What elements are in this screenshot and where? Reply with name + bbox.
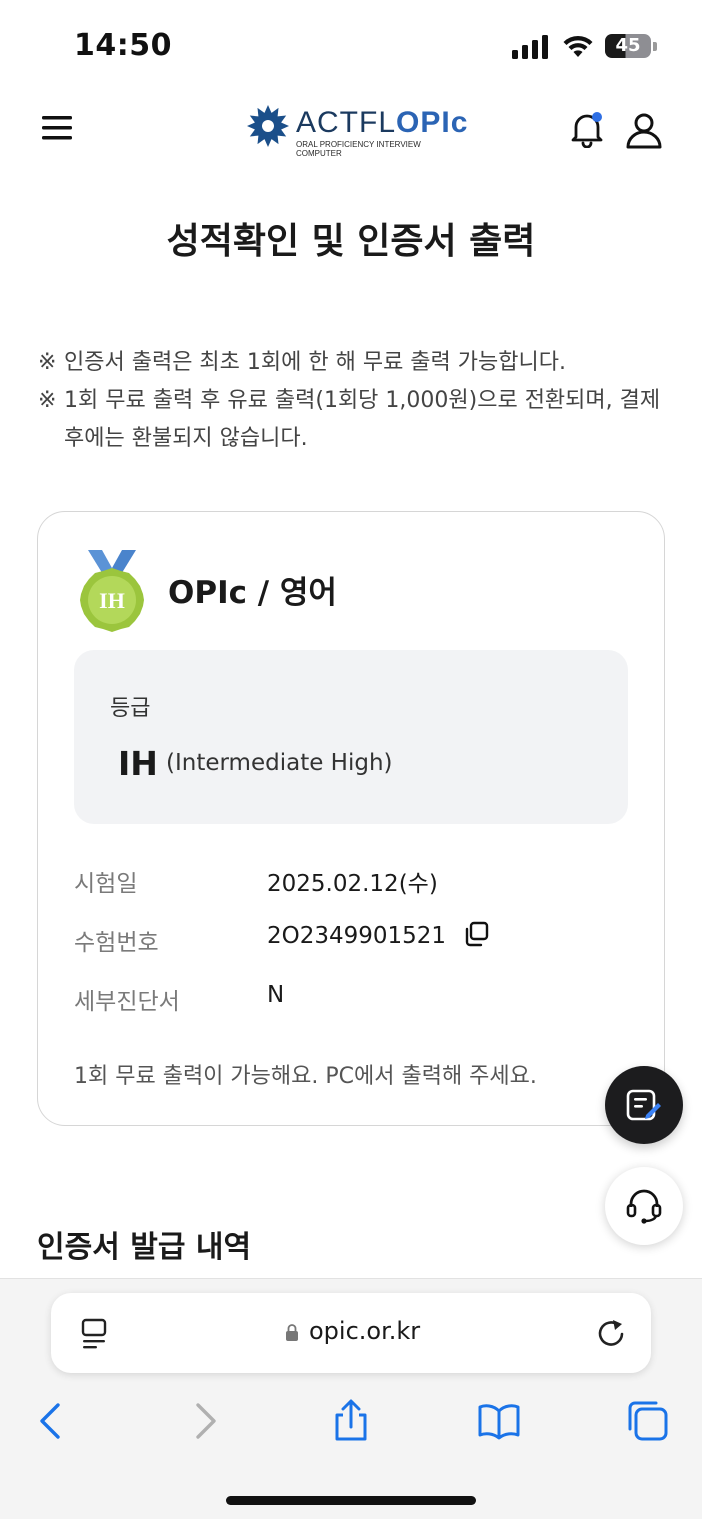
customer-support-button[interactable] bbox=[605, 1167, 683, 1245]
diagnosis-report-value: N bbox=[267, 982, 285, 1008]
headset-icon bbox=[626, 1189, 662, 1224]
cellular-signal-icon bbox=[512, 35, 548, 59]
actfl-opic-logo[interactable]: ACTFLOPIc ORAL PROFICIENCY INTERVIEW COM… bbox=[246, 104, 476, 162]
url-text[interactable]: opic.or.kr bbox=[309, 1317, 420, 1345]
address-bar[interactable]: opic.or.kr bbox=[51, 1293, 651, 1373]
score-result-card: IH OPIc / 영어 등급 IH (Intermediate High) 시… bbox=[37, 511, 665, 1126]
grade-label: 등급 bbox=[110, 696, 151, 721]
exam-number-value: 2O2349901521 bbox=[267, 923, 447, 949]
back-icon[interactable] bbox=[30, 1399, 74, 1443]
grade-medal-icon: IH bbox=[80, 550, 144, 632]
reload-icon[interactable] bbox=[595, 1317, 627, 1349]
status-time: 14:50 bbox=[74, 28, 172, 63]
notification-bell-icon[interactable] bbox=[568, 110, 606, 148]
browser-toolbar: opic.or.kr bbox=[0, 1278, 702, 1519]
battery-level-text: 45 bbox=[615, 35, 641, 56]
logo-star-icon bbox=[247, 105, 289, 147]
app-header: ACTFLOPIc ORAL PROFICIENCY INTERVIEW COM… bbox=[0, 92, 702, 172]
hamburger-menu-icon[interactable] bbox=[40, 113, 74, 143]
exam-number-row: 수험번호 2O2349901521 bbox=[74, 921, 634, 963]
svg-text:IH: IH bbox=[99, 588, 125, 613]
notice-item: ※ 인증서 출력은 최초 1회에 한 해 무료 출력 가능합니다. bbox=[38, 344, 678, 382]
wifi-icon bbox=[563, 35, 593, 57]
status-bar: 14:50 45 bbox=[0, 0, 702, 92]
logo-wordmark: ACTFLOPIc bbox=[296, 106, 469, 139]
notice-text: 인증서 출력은 최초 1회에 한 해 무료 출력 가능합니다. bbox=[64, 350, 566, 375]
copy-icon[interactable] bbox=[461, 919, 491, 949]
exam-date-row: 시험일 2025.02.12(수) bbox=[74, 864, 634, 904]
page-menu-icon[interactable] bbox=[79, 1317, 111, 1351]
forward-icon[interactable] bbox=[182, 1399, 226, 1443]
grade-box: 등급 IH (Intermediate High) bbox=[74, 650, 628, 824]
lock-icon bbox=[286, 1324, 298, 1341]
notice-text: 1회 무료 출력 후 유료 출력(1회당 1,000원)으로 전환되며, 결제 … bbox=[64, 388, 661, 451]
exam-date-value: 2025.02.12(수) bbox=[267, 871, 438, 897]
diagnosis-report-label: 세부진단서 bbox=[74, 989, 180, 1015]
exam-name: OPIc / 영어 bbox=[168, 575, 337, 611]
share-icon[interactable] bbox=[329, 1399, 373, 1443]
logo-subtitle: ORAL PROFICIENCY INTERVIEW COMPUTER bbox=[296, 140, 421, 158]
diagnosis-report-row: 세부진단서 N bbox=[74, 982, 634, 1022]
print-guidance-note: 1회 무료 출력이 가능해요. PC에서 출력해 주세요. bbox=[74, 1064, 537, 1089]
exam-number-label: 수험번호 bbox=[74, 930, 159, 956]
write-inquiry-button[interactable] bbox=[605, 1066, 683, 1144]
battery-cap bbox=[653, 42, 657, 51]
notice-item: ※ 1회 무료 출력 후 유료 출력(1회당 1,000원)으로 전환되며, 결… bbox=[38, 382, 678, 458]
battery-icon: 45 bbox=[605, 34, 651, 58]
grade-code: IH bbox=[118, 744, 158, 783]
exam-date-label: 시험일 bbox=[74, 871, 138, 897]
home-indicator bbox=[226, 1496, 476, 1505]
notice-list: ※ 인증서 출력은 최초 1회에 한 해 무료 출력 가능합니다. ※ 1회 무… bbox=[38, 344, 678, 458]
notice-mark: ※ bbox=[38, 350, 57, 375]
bookmarks-icon[interactable] bbox=[477, 1399, 521, 1443]
user-profile-icon[interactable] bbox=[624, 110, 664, 150]
page-title: 성적확인 및 인증서 출력 bbox=[166, 221, 536, 262]
issuance-history-title: 인증서 발급 내역 bbox=[37, 1230, 252, 1265]
notice-mark: ※ bbox=[38, 388, 57, 413]
note-edit-icon bbox=[626, 1089, 661, 1121]
notification-dot bbox=[592, 112, 602, 122]
grade-description: (Intermediate High) bbox=[166, 750, 393, 776]
tabs-icon[interactable] bbox=[626, 1399, 670, 1443]
